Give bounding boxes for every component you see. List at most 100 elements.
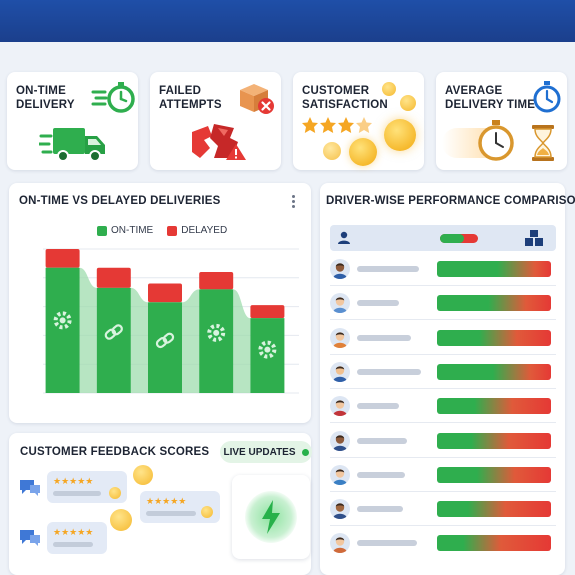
kpi-card-failed-attempts[interactable]: FAILED ATTEMPTS [150, 72, 281, 170]
bar-delayed [199, 272, 234, 290]
live-updates-badge[interactable]: LIVE UPDATES [220, 441, 312, 463]
legend-label: ON-TIME [111, 225, 154, 236]
driver-name-placeholder [357, 540, 417, 547]
avatar [330, 430, 350, 451]
avatar [330, 464, 350, 485]
avatar [330, 396, 350, 417]
delivery-chart-title: ON-TIME VS DELAYED DELIVERIES [19, 195, 221, 207]
smiley-icon [109, 487, 121, 499]
driver-avatar-icon [330, 464, 350, 485]
legend-label: DELAYED [181, 225, 228, 236]
lightning-bolt-icon [262, 500, 280, 534]
clock-icon [478, 120, 514, 161]
driver-name-placeholder [357, 266, 419, 272]
truck-icon [39, 128, 105, 162]
driver-avatar-icon [330, 361, 350, 382]
driver-name-placeholder [357, 403, 399, 410]
bar-on-time [250, 318, 285, 393]
kpi-title: ON-TIME DELIVERY [16, 85, 75, 111]
performance-bar [437, 501, 551, 518]
kpi-card-on-time-delivery[interactable]: ON-TIME DELIVERY [7, 72, 138, 170]
feedback-title: CUSTOMER FEEDBACK SCORES [20, 446, 210, 458]
driver-row[interactable] [330, 530, 556, 556]
performance-bar [437, 295, 551, 312]
kpi-card-customer-satisfaction[interactable]: CUSTOMER SATISFACTION [293, 72, 424, 170]
boxes-icon [525, 230, 543, 246]
stopwatch-icon [533, 81, 561, 113]
live-update-tile[interactable] [232, 475, 310, 559]
avatar [330, 499, 350, 520]
row-divider [330, 353, 556, 355]
flow-connector [233, 289, 251, 393]
driver-name-placeholder [357, 506, 403, 513]
driver-table-header [330, 225, 556, 251]
driver-avatar-icon [330, 499, 350, 520]
smiley-icon [384, 119, 416, 151]
avatar [330, 293, 350, 314]
top-header-bar [0, 0, 575, 42]
more-options-icon[interactable] [291, 195, 297, 211]
bar-on-time [96, 287, 131, 393]
avatar [330, 533, 350, 554]
smiley-icon [133, 465, 153, 485]
smiley-icon [323, 142, 341, 160]
kpi-title: AVERAGE DELIVERY TIME [445, 85, 536, 111]
flow-connector [182, 289, 200, 393]
driver-avatar-icon [330, 533, 350, 554]
hourglass-icon [532, 125, 554, 161]
driver-row[interactable] [330, 462, 556, 492]
performance-bar [437, 535, 551, 552]
driver-avatar-icon [330, 430, 350, 451]
driver-name-placeholder [357, 437, 407, 444]
driver-row[interactable] [330, 496, 556, 527]
bar-on-time [148, 302, 182, 393]
bar-on-time [45, 267, 80, 393]
kpi-title: CUSTOMER SATISFACTION [302, 85, 388, 111]
legend-item-on-time: ON-TIME [97, 225, 153, 236]
driver-panel-title: DRIVER-WISE PERFORMANCE COMPARISON [326, 195, 575, 207]
feedback-bubble[interactable]: ★★★★★ [47, 522, 107, 554]
legend-swatch [97, 225, 107, 236]
legend-item-delayed: DELAYED [167, 225, 227, 236]
driver-name-placeholder [357, 300, 399, 307]
driver-row[interactable] [330, 359, 556, 389]
stopwatch-speed-icon [91, 82, 135, 113]
star-rating: ★★★★★ [53, 476, 94, 486]
feedback-text-line [53, 542, 93, 547]
driver-avatar-icon [330, 293, 350, 314]
performance-bar [437, 466, 551, 483]
star-rating: ★★★★★ [53, 527, 94, 537]
avatar [330, 259, 350, 279]
row-divider [330, 319, 556, 321]
bar-delayed [148, 283, 182, 303]
driver-name-placeholder [357, 368, 421, 375]
legend-swatch [167, 225, 178, 236]
driver-row[interactable] [330, 290, 556, 321]
progress-pill-icon [440, 234, 478, 243]
driver-row[interactable] [330, 325, 556, 355]
bar-on-time [199, 289, 234, 393]
smiley-icon [382, 82, 396, 96]
live-updates-label: LIVE UPDATES [223, 446, 296, 458]
chat-icon [20, 480, 40, 496]
avatar [330, 361, 350, 382]
smiley-icon [110, 509, 132, 531]
driver-avatar-icon [330, 396, 350, 417]
rating-stars-icon [302, 117, 372, 133]
kpi-title: FAILED ATTEMPTS [159, 85, 222, 111]
driver-row[interactable] [330, 428, 556, 458]
driver-avatar-icon [330, 259, 350, 279]
row-divider [330, 387, 556, 389]
kpi-card-average-delivery-time[interactable]: AVERAGE DELIVERY TIME [436, 72, 567, 170]
driver-row[interactable] [330, 393, 556, 424]
driver-row[interactable] [330, 256, 556, 286]
feedback-text-line [146, 511, 196, 516]
performance-bar [437, 329, 551, 346]
broken-box-icon [192, 124, 246, 160]
avatar [330, 327, 350, 348]
feedback-text-line [53, 491, 101, 496]
live-status-dot [301, 448, 309, 456]
driver-name-placeholder [357, 334, 411, 341]
smiley-icon [201, 506, 213, 518]
smiley-icon [349, 138, 377, 166]
